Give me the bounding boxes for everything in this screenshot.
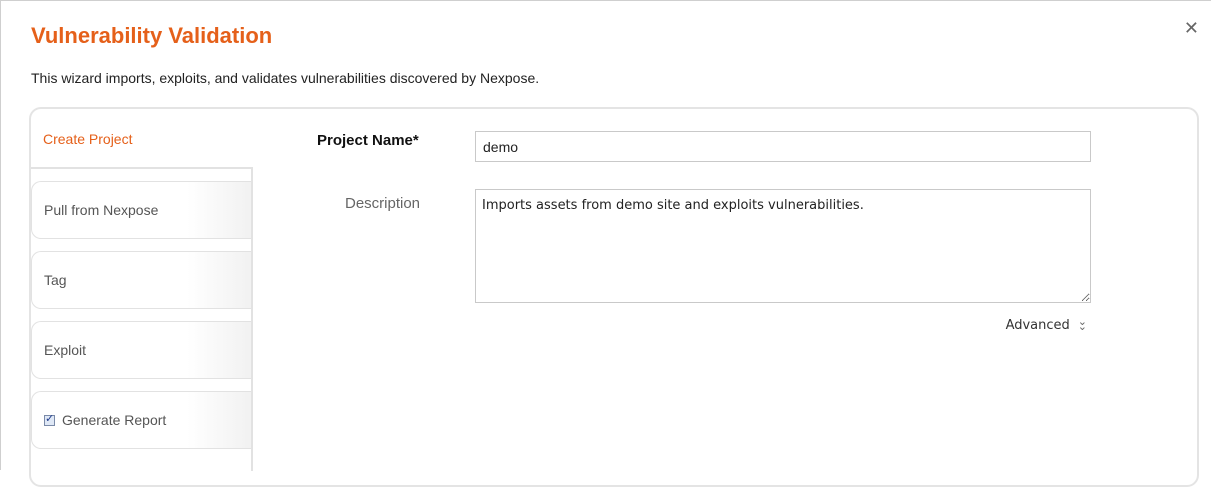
- dialog-title: Vulnerability Validation: [31, 23, 273, 48]
- dialog-subtitle: This wizard imports, exploits, and valid…: [31, 70, 540, 86]
- close-icon[interactable]: ✕: [1184, 19, 1199, 37]
- tab-label: Tag: [44, 272, 67, 288]
- tab-exploit[interactable]: Exploit: [31, 321, 253, 379]
- tab-create-project[interactable]: Create Project: [31, 111, 253, 169]
- vulnerability-validation-dialog: Vulnerability Validation ✕ This wizard i…: [0, 0, 1211, 487]
- description-textarea[interactable]: Imports assets from demo site and exploi…: [475, 189, 1091, 303]
- generate-report-checkbox[interactable]: [44, 412, 55, 426]
- advanced-toggle[interactable]: Advanced ⌄ ⌄: [1005, 314, 1087, 334]
- sidebar-divider: [251, 168, 253, 471]
- tab-label: Generate Report: [62, 412, 167, 428]
- project-name-input[interactable]: [475, 131, 1091, 162]
- tab-generate-report[interactable]: Generate Report: [31, 391, 253, 449]
- advanced-label: Advanced: [1005, 318, 1070, 333]
- tab-label: Pull from Nexpose: [44, 202, 159, 218]
- project-name-label: Project Name*: [317, 132, 419, 149]
- double-chevron-down-icon: ⌄ ⌄: [1077, 314, 1087, 333]
- description-label: Description: [345, 195, 421, 212]
- tab-tag[interactable]: Tag: [31, 251, 253, 309]
- tab-pull-from-nexpose[interactable]: Pull from Nexpose: [31, 181, 253, 239]
- tab-label: Exploit: [44, 342, 87, 358]
- tab-label: Create Project: [43, 131, 133, 147]
